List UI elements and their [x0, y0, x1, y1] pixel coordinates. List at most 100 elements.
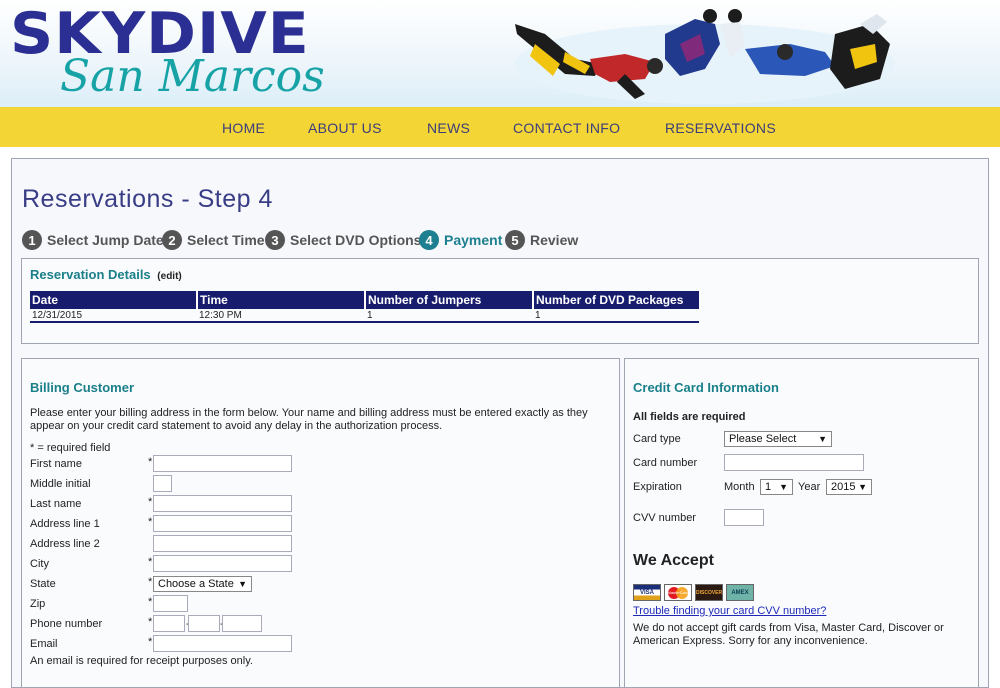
step-number: 4: [419, 230, 439, 250]
required-asterisk: *: [148, 576, 153, 588]
billing-customer-box: Billing Customer Please enter your billi…: [21, 358, 620, 688]
table-row: 12/31/2015 12:30 PM 1 1: [30, 309, 699, 323]
visa-card-icon: VISA: [633, 584, 661, 601]
page-title: Reservations - Step 4: [22, 185, 273, 213]
cell-date: 12/31/2015: [30, 309, 197, 323]
phone-line-input[interactable]: [222, 615, 262, 632]
label-middle-initial: Middle initial: [30, 478, 91, 490]
mastercard-label: MasterCard: [667, 590, 689, 595]
skydivers-formation-image: [515, 9, 895, 104]
middle-initial-input[interactable]: [153, 475, 172, 492]
credit-card-title: Credit Card Information: [633, 380, 779, 395]
cvv-help-link[interactable]: Trouble finding your card CVV number?: [633, 605, 826, 618]
billing-title: Billing Customer: [30, 380, 135, 395]
label-last-name: Last name: [30, 498, 82, 510]
required-asterisk: *: [148, 456, 153, 468]
email-input[interactable]: [153, 635, 292, 652]
state-select[interactable]: Choose a State ▼: [153, 576, 252, 592]
label-phone-number: Phone number: [30, 618, 103, 630]
col-time: Time: [197, 291, 366, 309]
cell-time: 12:30 PM: [197, 309, 365, 323]
month-value: 1: [765, 481, 772, 493]
label-year: Year: [798, 481, 821, 493]
label-address-line-1: Address line 1: [30, 518, 100, 530]
zip-input[interactable]: [153, 595, 188, 612]
reservation-details-heading: Reservation Details: [30, 267, 151, 282]
step-select-time: 2 Select Time: [162, 230, 265, 250]
label-zip: Zip: [30, 598, 46, 610]
month-select[interactable]: 1 ▼: [760, 479, 793, 495]
label-state: State: [30, 578, 56, 590]
nav-about-us[interactable]: ABOUT US: [308, 120, 382, 136]
label-card-type: Card type: [633, 433, 681, 445]
step-label: Review: [530, 232, 579, 248]
address-line-1-input[interactable]: [153, 515, 292, 532]
last-name-input[interactable]: [153, 495, 292, 512]
main-nav: HOME ABOUT US NEWS CONTACT INFO RESERVAT…: [0, 107, 1000, 147]
label-first-name: First name: [30, 458, 82, 470]
state-select-value: Choose a State: [158, 578, 234, 590]
required-note: * = required field: [30, 442, 111, 454]
label-cvv-number: CVV number: [633, 512, 696, 524]
reservation-details-box: Reservation Details (edit) Date Time Num…: [21, 258, 979, 344]
step-select-jump-date: 1 Select Jump Date: [22, 230, 164, 250]
step-number: 2: [162, 230, 182, 250]
discover-card-icon: DISCOVER: [695, 584, 723, 601]
step-label: Select Time: [187, 232, 265, 248]
card-type-value: Please Select: [729, 433, 797, 445]
chevron-down-icon: ▼: [858, 482, 867, 492]
step-label: Select DVD Options: [290, 232, 422, 248]
step-review: 5 Review: [505, 230, 578, 250]
phone-area-code-input[interactable]: [153, 615, 185, 632]
reservation-table: Date Time Number of Jumpers Number of DV…: [30, 291, 699, 323]
all-fields-required: All fields are required: [633, 411, 746, 423]
billing-intro: Please enter your billing address in the…: [30, 407, 588, 432]
label-month: Month: [724, 481, 755, 493]
gift-card-note: We do not accept gift cards from Visa, M…: [633, 622, 944, 647]
cell-dvd-packages: 1: [533, 309, 699, 323]
chevron-down-icon: ▼: [779, 482, 788, 492]
first-name-input[interactable]: [153, 455, 292, 472]
table-header-row: Date Time Number of Jumpers Number of DV…: [30, 291, 699, 309]
amex-card-icon: AMEX: [726, 584, 754, 601]
edit-link[interactable]: (edit): [157, 271, 181, 282]
card-type-select[interactable]: Please Select ▼: [724, 431, 832, 447]
nav-news[interactable]: NEWS: [427, 120, 470, 136]
mastercard-card-icon: MasterCard: [664, 584, 692, 601]
card-number-input[interactable]: [724, 454, 864, 471]
label-email: Email: [30, 638, 58, 650]
step-number: 3: [265, 230, 285, 250]
year-select[interactable]: 2015 ▼: [826, 479, 872, 495]
accepted-cards: VISA MasterCard DISCOVER AMEX: [633, 584, 763, 602]
nav-home[interactable]: HOME: [222, 120, 265, 136]
reservation-details-title: Reservation Details (edit): [30, 267, 182, 282]
credit-card-box: Credit Card Information All fields are r…: [624, 358, 979, 688]
required-asterisk: *: [148, 596, 153, 608]
step-payment: 4 Payment: [419, 230, 502, 250]
site-header: SKYDIVE San Marcos: [0, 0, 1000, 107]
city-input[interactable]: [153, 555, 292, 572]
nav-contact-info[interactable]: CONTACT INFO: [513, 120, 620, 136]
step-number: 5: [505, 230, 525, 250]
col-jumpers: Number of Jumpers: [365, 291, 534, 309]
cell-jumpers: 1: [365, 309, 533, 323]
step-select-dvd-options: 3 Select DVD Options: [265, 230, 421, 250]
main-content: Reservations - Step 4 1 Select Jump Date…: [11, 158, 989, 688]
required-asterisk: *: [148, 516, 153, 528]
label-expiration: Expiration: [633, 481, 682, 493]
phone-prefix-input[interactable]: [188, 615, 220, 632]
chevron-down-icon: ▼: [238, 579, 247, 589]
chevron-down-icon: ▼: [818, 434, 827, 444]
required-asterisk: *: [148, 636, 153, 648]
logo-san-marcos[interactable]: San Marcos: [60, 54, 325, 100]
required-asterisk: *: [148, 556, 153, 568]
year-value: 2015: [831, 481, 856, 493]
col-date: Date: [30, 291, 198, 309]
nav-reservations[interactable]: RESERVATIONS: [665, 120, 776, 136]
step-label: Select Jump Date: [47, 232, 164, 248]
address-line-2-input[interactable]: [153, 535, 292, 552]
required-asterisk: *: [148, 496, 153, 508]
step-number: 1: [22, 230, 42, 250]
email-note: An email is required for receipt purpose…: [30, 655, 253, 667]
cvv-input[interactable]: [724, 509, 764, 526]
